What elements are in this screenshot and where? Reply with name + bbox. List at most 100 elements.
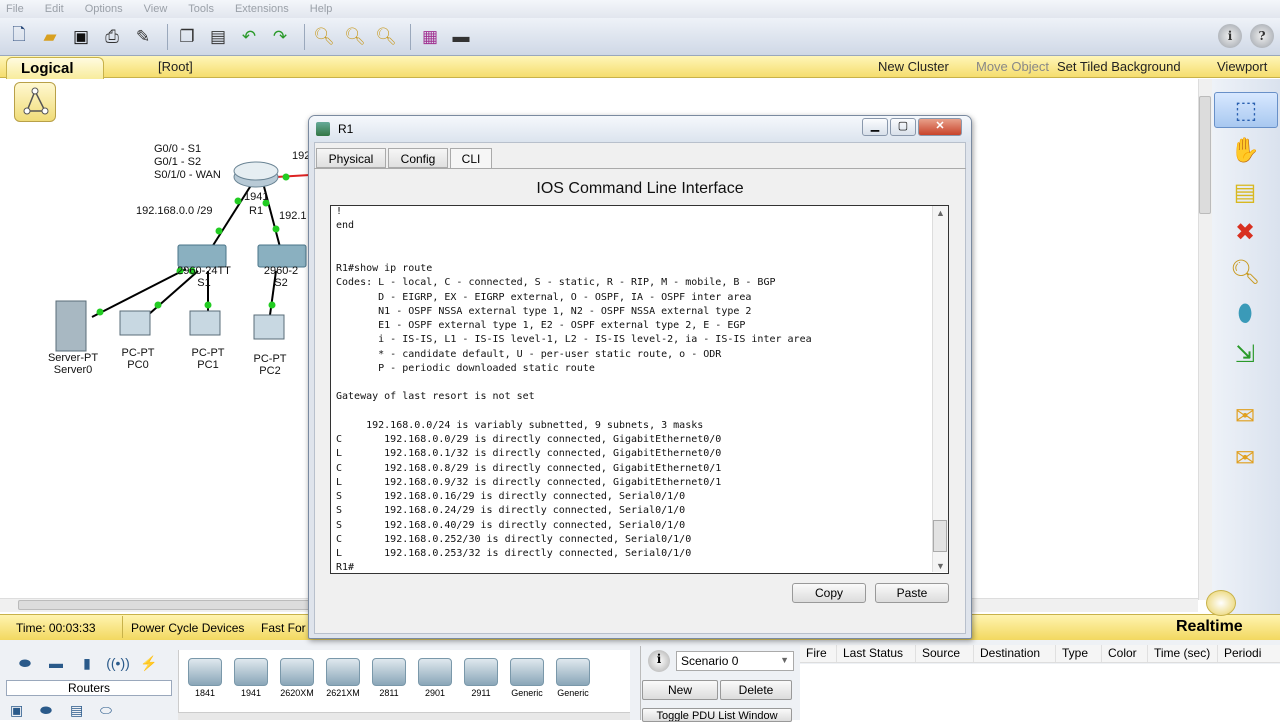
end-devices-category-icon[interactable]: ▣ (10, 702, 40, 719)
pc2-icon[interactable] (253, 314, 285, 340)
hubs-category-icon[interactable]: ▮ (72, 652, 102, 674)
col-source[interactable]: Source (916, 645, 974, 662)
model-2620xm[interactable]: 2620XM (275, 650, 319, 720)
new-file-icon[interactable]: 🗋 (6, 24, 32, 50)
resize-shape-tool-icon[interactable]: ⇲ (1224, 336, 1266, 372)
col-color[interactable]: Color (1102, 645, 1148, 662)
redo-icon[interactable]: ↷ (267, 24, 293, 50)
custom-devices-category-icon[interactable]: ⬭ (100, 702, 130, 719)
add-complex-pdu-icon[interactable]: ✉ (1224, 440, 1266, 476)
switch-s1-icon[interactable] (177, 244, 227, 268)
model-generic-1[interactable]: Generic (505, 650, 549, 720)
model-generic-2[interactable]: Generic (551, 650, 595, 720)
note-tool-icon[interactable]: ▤ (1224, 174, 1266, 210)
hand-tool-icon[interactable]: ✋ (1224, 132, 1266, 168)
router-icon (188, 658, 222, 686)
scenario-select[interactable]: Scenario 0 ▼ (676, 651, 794, 671)
custom-device-icon[interactable]: ▬ (448, 24, 474, 50)
switches-category-icon[interactable]: ▬ (41, 652, 71, 674)
menu-edit[interactable]: Edit (45, 3, 64, 15)
scroll-up-icon[interactable]: ▲ (933, 208, 948, 218)
paste-button[interactable]: Paste (875, 583, 949, 603)
cli-terminal-output[interactable]: ! end R1#show ip route Codes: L - local,… (336, 205, 928, 571)
model-2911[interactable]: 2911 (459, 650, 503, 720)
fast-forward-button[interactable]: Fast For (261, 621, 306, 635)
status-divider (122, 616, 123, 638)
info-icon[interactable]: i (1218, 24, 1242, 48)
wireless-category-icon[interactable]: ((•)) (103, 652, 133, 674)
menu-tools[interactable]: Tools (188, 3, 214, 15)
logical-tab[interactable]: Logical (6, 57, 104, 79)
paste-icon[interactable]: ▤ (205, 24, 231, 50)
add-simple-pdu-icon[interactable]: ✉ (1224, 398, 1266, 434)
server0-icon[interactable] (55, 300, 87, 352)
realtime-mode-tab[interactable]: Realtime (1176, 618, 1243, 636)
open-folder-icon[interactable]: ▰ (37, 24, 63, 50)
zoom-reset-icon[interactable]: 🔍︎ (342, 24, 368, 50)
select-tool-icon[interactable]: ⬚ (1214, 92, 1278, 128)
link-r1-wan[interactable] (275, 174, 311, 178)
delete-scenario-button[interactable]: Delete (720, 680, 792, 700)
menu-extensions[interactable]: Extensions (235, 3, 289, 15)
model-2621xm[interactable]: 2621XM (321, 650, 365, 720)
minimize-button[interactable]: ▁ (862, 118, 888, 136)
activity-wizard-icon[interactable]: ✎ (130, 24, 156, 50)
print-icon[interactable]: ⎙ (99, 24, 125, 50)
viewport-button[interactable]: Viewport (1217, 59, 1267, 74)
tab-config[interactable]: Config (388, 148, 448, 168)
close-button[interactable]: ✕ (918, 118, 962, 136)
model-1841[interactable]: 1841 (183, 650, 227, 720)
delete-tool-icon[interactable]: ✖ (1224, 214, 1266, 250)
menu-options[interactable]: Options (85, 3, 123, 15)
undo-icon[interactable]: ↶ (236, 24, 262, 50)
set-tiled-background-button[interactable]: Set Tiled Background (1057, 59, 1181, 74)
zoom-out-icon[interactable]: 🔍︎ (373, 24, 399, 50)
realtime-clock-icon[interactable] (1206, 590, 1236, 616)
terminal-scrollbar[interactable]: ▲ ▼ (932, 206, 948, 572)
new-scenario-button[interactable]: New (642, 680, 718, 700)
pc0-icon[interactable] (119, 310, 151, 336)
switch-s2-icon[interactable] (257, 244, 307, 268)
link-r1-s2[interactable] (261, 178, 281, 248)
menu-help[interactable]: Help (310, 3, 333, 15)
move-object-button[interactable]: Move Object (976, 59, 1049, 74)
canvas-vertical-scroll-thumb[interactable] (1199, 96, 1211, 214)
menu-file[interactable]: File (6, 3, 24, 15)
col-destination[interactable]: Destination (974, 645, 1056, 662)
toolbar-divider (410, 23, 411, 50)
model-1941[interactable]: 1941 (229, 650, 273, 720)
copy-button[interactable]: Copy (792, 583, 866, 603)
connections-category-icon[interactable]: ⚡ (134, 652, 164, 674)
security-category-icon[interactable]: ⬬ (40, 702, 70, 719)
save-icon[interactable]: ▣ (68, 24, 94, 50)
pc1-icon[interactable] (189, 310, 221, 336)
col-fire[interactable]: Fire (800, 645, 837, 662)
power-cycle-devices-button[interactable]: Power Cycle Devices (131, 621, 244, 635)
wan-emulation-category-icon[interactable]: ▤ (70, 702, 100, 719)
model-list-scrollbar[interactable] (178, 712, 630, 720)
draw-shape-tool-icon[interactable]: ⬮ (1224, 296, 1266, 332)
model-2811[interactable]: 2811 (367, 650, 411, 720)
copy-icon[interactable]: ❐ (174, 24, 200, 50)
col-last-status[interactable]: Last Status (837, 645, 916, 662)
col-periodic[interactable]: Periodi (1218, 645, 1280, 662)
root-breadcrumb[interactable]: [Root] (158, 59, 193, 74)
terminal-scroll-thumb[interactable] (933, 520, 947, 552)
help-icon[interactable]: ? (1250, 24, 1274, 48)
scenario-info-icon[interactable]: i (648, 650, 670, 672)
new-cluster-button[interactable]: New Cluster (878, 59, 949, 74)
menu-view[interactable]: View (144, 3, 168, 15)
palette-icon[interactable]: ▦ (417, 24, 443, 50)
zoom-in-icon[interactable]: 🔍︎ (311, 24, 337, 50)
model-2901[interactable]: 2901 (413, 650, 457, 720)
scroll-down-icon[interactable]: ▼ (933, 561, 948, 571)
routers-category-icon[interactable]: ⬬ (10, 652, 40, 674)
maximize-button[interactable]: ▢ (890, 118, 916, 136)
inspect-tool-icon[interactable]: 🔍︎ (1224, 254, 1266, 290)
lan2-network-label: 192.1 (279, 210, 307, 222)
port-status-indicator (215, 227, 223, 235)
tab-cli[interactable]: CLI (450, 148, 492, 169)
col-time[interactable]: Time (sec) (1148, 645, 1218, 662)
tab-physical[interactable]: Physical (316, 148, 386, 168)
col-type[interactable]: Type (1056, 645, 1102, 662)
